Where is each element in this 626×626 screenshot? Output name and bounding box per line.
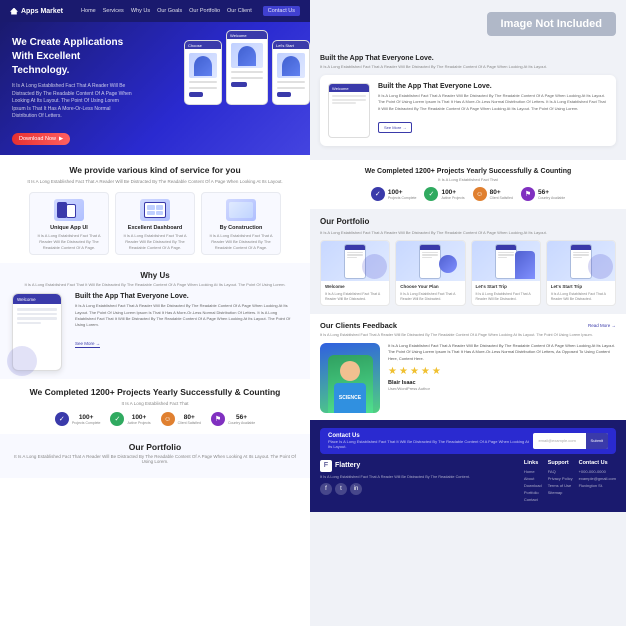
nav-services[interactable]: Services [103,8,124,14]
stat-icon-4: ⚑ [211,412,225,426]
why-us-section: Why Us It Is A Long Established Fact Tha… [0,263,310,379]
service-card-2: Excellent Dashboard It Is A Long Establi… [115,192,195,255]
nav-logo: Apps Market [10,8,63,15]
right-panel: Image Not Included Built the App That Ev… [310,0,626,626]
download-btn[interactable]: Download Now ▶ [12,133,70,145]
deco-circle [7,346,37,376]
facebook-icon[interactable]: f [320,483,332,495]
service-icon-1 [54,199,84,221]
portfolio-section: Our Portfolio It Is A Long Established F… [0,434,310,478]
phone-mock-1: Choose [184,40,222,105]
footer-email-input[interactable]: email@example.com Submit [533,433,608,449]
stats-section: We Completed 1200+ Projects Yearly Succe… [0,379,310,434]
footer-cols: F Flattery It Is A Long Established Fact… [320,460,616,504]
hero-section: We Create Applications With Excellent Te… [0,22,310,155]
port-card-4: Let's Start Trip It Is A Long Establishe… [546,240,616,306]
feature-phone-thumb: Welcome [328,83,370,138]
services-cards: Unique App UI It Is A Long Established F… [12,192,298,255]
feedback-content: SCIENCE It Is A Long Established Fact Th… [320,343,616,413]
service-icon-3 [226,199,256,221]
stat-item-4: ⚑ 56+ Country Available [211,412,255,426]
left-nav: Apps Market Home Services Why Us Our Goa… [0,0,310,22]
why-us-phone: Welcome [12,293,67,371]
why-us-text: Built the App That Everyone Love. It Is … [75,293,298,350]
stat-right-2: ✓ 100+ Active Projects [424,187,464,201]
portfolio-cards: Welcome It Is A Long Established Fact Th… [320,240,616,306]
stat-icon-3: ☺ [161,412,175,426]
hero-subtitle: It Is A Long Established Fact That A Rea… [12,83,132,121]
image-not-included-badge: Image Not Included [487,12,616,36]
footer-col-support: Support FAQ Privacy Policy Terms of Use … [548,460,573,504]
hero-phones: Choose Welcome Let's Start [184,30,310,105]
feature-text: Built the App That Everyone Love. It Is … [378,83,608,134]
stat-item-1: ✓ 100+ Projects Complete [55,412,101,426]
phone-mock-2: Welcome [226,30,268,105]
twitter-icon[interactable]: t [335,483,347,495]
stat-right-1: ✓ 100+ Projects Complete [371,187,417,201]
app-feature-card: Welcome Built the App That Everyone Love… [320,75,616,146]
footer-logo-icon: F [320,460,332,472]
footer-section: Contact Us Place Is A Long Established F… [310,420,626,512]
nav-client[interactable]: Our Client [227,8,252,14]
email-submit-btn[interactable]: Submit [586,433,608,449]
stat-right-3: ☺ 80+ Client Satisfied [473,187,513,201]
stats-right-section: We Completed 1200+ Projects Yearly Succe… [310,160,626,209]
nav-goals[interactable]: Our Goals [157,8,182,14]
service-icon-2 [140,199,170,221]
stat-icon-2: ✓ [110,412,124,426]
stat-icon-1: ✓ [55,412,69,426]
port-card-1: Welcome It Is A Long Established Fact Th… [320,240,390,306]
phone-mock-3: Let's Start [272,40,310,105]
feed-text-block: It Is A Long Established Fact That A Rea… [388,343,616,413]
nav-home[interactable]: Home [81,8,96,14]
port-card-2: Choose Your Plan It Is A Long Establishe… [395,240,465,306]
nav-why[interactable]: Why Us [131,8,150,14]
read-more-btn[interactable]: Read More → [588,323,616,328]
services-title: We provide various kind of service for y… [12,165,298,177]
service-card-3: By Construction It Is A Long Established… [201,192,281,255]
footer-logo: F Flattery [320,460,518,472]
stats-icons-right: ✓ 100+ Projects Complete ✓ 100+ Active P… [320,187,616,201]
services-subtitle: It Is A Long Established Fact That A Rea… [12,179,298,184]
feedback-section: Our Clients Feedback Read More → It Is A… [310,314,626,420]
port-card-3: Let's Start Trip It Is A Long Establishe… [471,240,541,306]
services-section: We provide various kind of service for y… [0,155,310,264]
stats-icons: ✓ 100+ Projects Complete ✓ 100+ Active P… [12,412,298,426]
nav-contact-btn[interactable]: Contact Us [263,6,300,16]
linkedin-icon[interactable]: in [350,483,362,495]
hero-title: We Create Applications With Excellent Te… [12,36,132,78]
footer-contact-bar: Contact Us Place Is A Long Established F… [320,428,616,454]
nav-items: Home Services Why Us Our Goals Our Portf… [73,6,300,16]
star-rating: ★ ★ ★ ★ ★ [388,366,616,377]
left-panel: Apps Market Home Services Why Us Our Goa… [0,0,310,626]
stat-item-3: ☺ 80+ Client Satisfied [161,412,201,426]
why-us-content: Welcome Built the App That Everyone Love… [12,293,298,371]
reviewer-avatar: SCIENCE [320,343,380,413]
stat-item-2: ✓ 100+ Active Projects [110,412,150,426]
footer-brand: F Flattery It Is A Long Established Fact… [320,460,518,504]
footer-social: f t in [320,483,518,495]
portfolio-right-section: Our Portfolio It Is A Long Established F… [310,209,626,314]
stat-right-4: ⚑ 56+ Country Available [521,187,565,201]
footer-col-links: Links Home About Download Portfolio Cont… [524,460,542,504]
footer-col-contact: Contact Us +000-000-0000 example@gmail.c… [579,460,616,504]
home-icon [10,8,18,15]
service-card-1: Unique App UI It Is A Long Established F… [29,192,109,255]
feature-see-more-btn[interactable]: See More → [378,122,412,133]
see-more-btn[interactable]: See More → [75,341,100,348]
nav-portfolio[interactable]: Our Portfolio [189,8,220,14]
